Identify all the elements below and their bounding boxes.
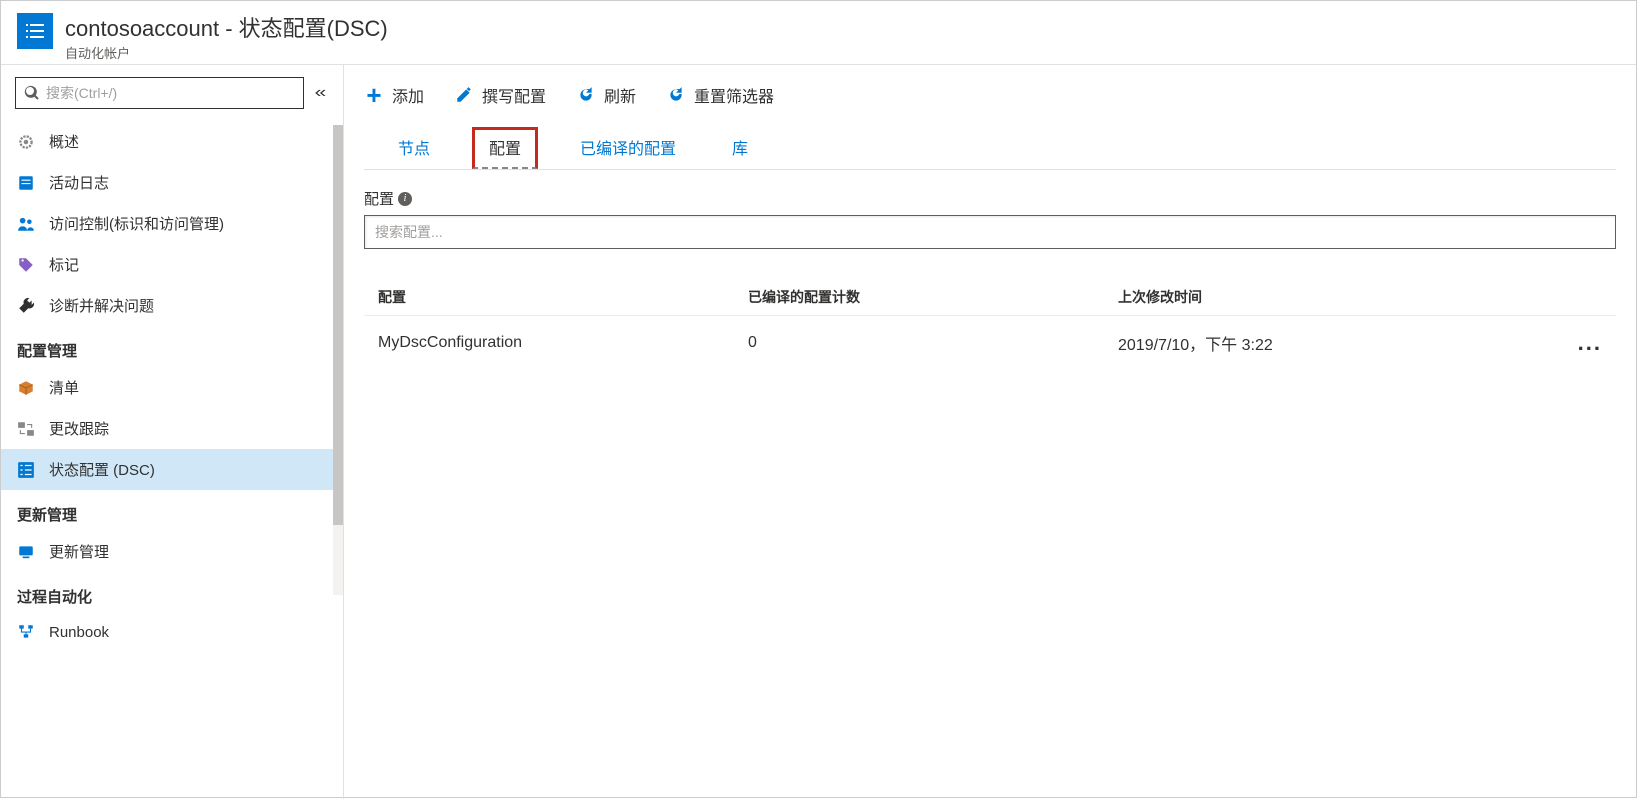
pencil-icon <box>454 85 474 105</box>
plus-icon: + <box>364 85 384 105</box>
tab-compiled[interactable]: 已编译的配置 <box>566 127 690 169</box>
compose-button[interactable]: 撰写配置 <box>454 83 546 107</box>
sidebar-item-runbook[interactable]: Runbook <box>1 613 343 651</box>
col-header-count[interactable]: 已编译的配置计数 <box>748 287 1118 307</box>
add-button[interactable]: + 添加 <box>364 83 424 107</box>
col-header-modified[interactable]: 上次修改时间 <box>1118 287 1542 307</box>
box-icon <box>17 379 35 397</box>
toolbar-label: 添加 <box>392 83 424 107</box>
table-row[interactable]: MyDscConfiguration 0 2019/7/10，下午 3:22 .… <box>364 315 1616 370</box>
info-icon[interactable]: i <box>398 192 412 206</box>
sidebar-section-config: 配置管理 <box>1 326 343 367</box>
toolbar-label: 重置筛选器 <box>694 83 774 107</box>
sidebar-section-process: 过程自动化 <box>1 572 343 613</box>
sidebar: « 概述 活动日志 访问控制(标识和访问管理) 标记 诊断并解决问题 配置管理 … <box>1 65 344 799</box>
tab-library[interactable]: 库 <box>718 127 762 169</box>
sidebar-search[interactable] <box>15 77 304 109</box>
monitor-icon <box>17 543 35 561</box>
sidebar-item-label: 清单 <box>49 377 79 398</box>
sidebar-item-activity-log[interactable]: 活动日志 <box>1 162 343 203</box>
sidebar-search-input[interactable] <box>46 85 295 101</box>
refresh-icon <box>666 85 686 105</box>
sidebar-item-label: 活动日志 <box>49 172 109 193</box>
sidebar-item-label: 更改跟踪 <box>49 418 109 439</box>
sidebar-item-label: 标记 <box>49 254 79 275</box>
log-icon <box>17 174 35 192</box>
sidebar-item-change-tracking[interactable]: 更改跟踪 <box>1 408 343 449</box>
toolbar: + 添加 撰写配置 刷新 重置筛选器 <box>364 79 1616 121</box>
sidebar-item-diagnose[interactable]: 诊断并解决问题 <box>1 285 343 326</box>
page-subtitle: 自动化帐户 <box>65 43 388 62</box>
sidebar-item-access-control[interactable]: 访问控制(标识和访问管理) <box>1 203 343 244</box>
toolbar-label: 刷新 <box>604 83 636 107</box>
tab-nodes[interactable]: 节点 <box>384 127 444 169</box>
content-area: + 添加 撰写配置 刷新 重置筛选器 节点 配置 已编译的配置 库 配置 <box>344 65 1636 799</box>
cell-count: 0 <box>748 334 1118 352</box>
refresh-button[interactable]: 刷新 <box>576 83 636 107</box>
toolbar-label: 撰写配置 <box>482 83 546 107</box>
sidebar-item-label: 状态配置 (DSC) <box>49 459 155 480</box>
tag-icon <box>17 256 35 274</box>
sidebar-item-inventory[interactable]: 清单 <box>1 367 343 408</box>
sidebar-item-label: 更新管理 <box>49 541 109 562</box>
sidebar-item-label: Runbook <box>49 624 109 641</box>
cell-modified: 2019/7/10，下午 3:22 <box>1118 331 1542 355</box>
gear-icon <box>17 133 35 151</box>
tab-config[interactable]: 配置 <box>472 127 538 169</box>
checklist-icon <box>17 13 53 49</box>
config-search-input[interactable] <box>375 224 1605 240</box>
page-header: contosoaccount - 状态配置(DSC) 自动化帐户 <box>1 1 1636 65</box>
cell-config: MyDscConfiguration <box>378 334 748 352</box>
flow-icon <box>17 623 35 641</box>
search-icon <box>24 85 40 101</box>
reset-filter-button[interactable]: 重置筛选器 <box>666 83 774 107</box>
table-header: 配置 已编译的配置计数 上次修改时间 <box>364 279 1616 315</box>
config-search[interactable] <box>364 215 1616 249</box>
row-actions-button[interactable]: ... <box>1578 330 1602 355</box>
tab-bar: 节点 配置 已编译的配置 库 <box>364 121 1616 170</box>
collapse-sidebar-button[interactable]: « <box>310 80 332 106</box>
sidebar-item-label: 访问控制(标识和访问管理) <box>49 213 224 234</box>
section-label: 配置 i <box>364 188 1616 209</box>
sidebar-item-label: 诊断并解决问题 <box>49 295 154 316</box>
page-title: contosoaccount - 状态配置(DSC) <box>65 11 388 43</box>
sidebar-item-tags[interactable]: 标记 <box>1 244 343 285</box>
col-header-config[interactable]: 配置 <box>378 287 748 307</box>
config-table: 配置 已编译的配置计数 上次修改时间 MyDscConfiguration 0 … <box>364 279 1616 370</box>
changes-icon <box>17 420 35 438</box>
checklist-icon <box>17 461 35 479</box>
sidebar-item-overview[interactable]: 概述 <box>1 121 343 162</box>
people-icon <box>17 215 35 233</box>
sidebar-section-update: 更新管理 <box>1 490 343 531</box>
sidebar-item-update-mgmt[interactable]: 更新管理 <box>1 531 343 572</box>
sidebar-item-dsc[interactable]: 状态配置 (DSC) <box>1 449 343 490</box>
wrench-icon <box>17 297 35 315</box>
sidebar-scrollbar[interactable] <box>333 125 343 595</box>
refresh-icon <box>576 85 596 105</box>
sidebar-item-label: 概述 <box>49 131 79 152</box>
